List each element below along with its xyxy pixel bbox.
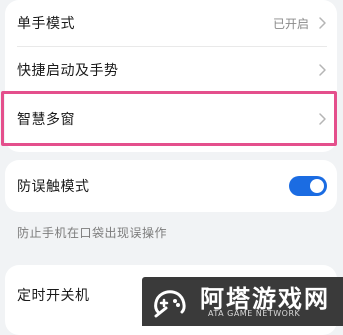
chevron-right-icon: [317, 112, 327, 126]
smart-multi-window-label: 智慧多窗: [17, 112, 75, 128]
one-handed-mode-label: 单手模式: [17, 16, 75, 32]
toggle-knob: [310, 179, 324, 193]
quick-launch-gestures-item[interactable]: 快捷启动及手势: [5, 47, 337, 93]
mistouch-description: 防止手机在口袋出现误操作: [17, 226, 168, 240]
chevron-right-icon: [317, 63, 327, 77]
mistouch-toggle[interactable]: [289, 176, 327, 196]
watermark-subtitle: ATA GAME NETWORK: [208, 309, 301, 318]
quick-launch-gestures-label: 快捷启动及手势: [17, 63, 119, 79]
site-watermark: 阿塔游戏网 ATA GAME NETWORK: [142, 277, 343, 326]
settings-card-1: 单手模式 已开启 快捷启动及手势 智慧多窗: [5, 0, 337, 152]
one-handed-mode-item[interactable]: 单手模式 已开启: [5, 0, 337, 46]
gamepad-logo-icon: [150, 282, 190, 322]
settings-card-2: 防误触模式: [5, 160, 337, 212]
mistouch-mode-item[interactable]: 防误触模式: [5, 160, 337, 212]
scheduled-power-label: 定时开关机: [17, 288, 90, 304]
chevron-right-icon: [317, 16, 327, 30]
mistouch-mode-label: 防误触模式: [17, 179, 90, 195]
smart-multi-window-item[interactable]: 智慧多窗: [5, 94, 337, 144]
one-handed-mode-status: 已开启: [272, 16, 309, 31]
